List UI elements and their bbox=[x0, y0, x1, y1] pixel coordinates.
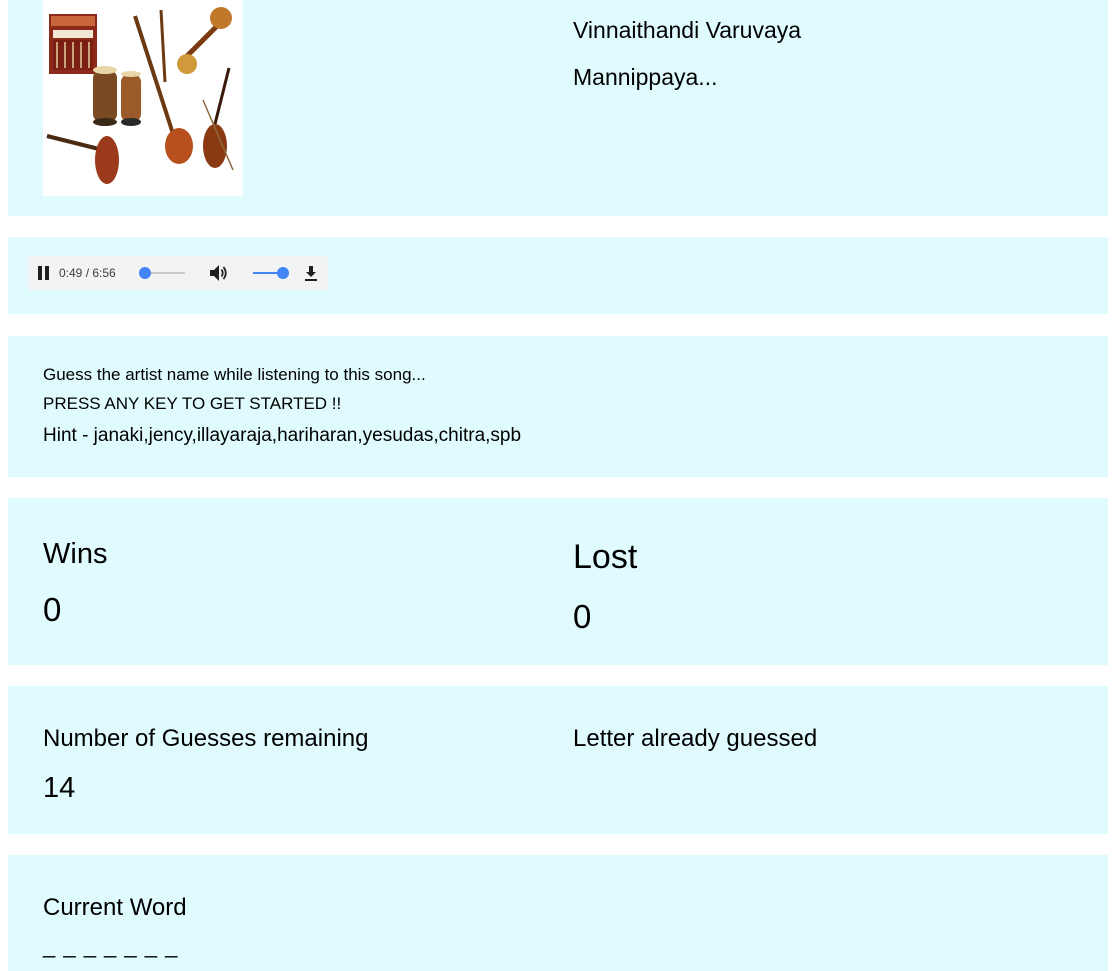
wins-value: 0 bbox=[43, 591, 62, 628]
song-panel: Vinnaithandi Varuvaya Mannippaya... bbox=[8, 0, 1108, 216]
pause-icon[interactable] bbox=[37, 266, 51, 280]
volume-icon[interactable] bbox=[209, 264, 229, 282]
song-title-line2: Mannippaya... bbox=[573, 64, 718, 90]
start-prompt: PRESS ANY KEY TO GET STARTED !! bbox=[43, 394, 342, 413]
seek-slider[interactable] bbox=[139, 267, 185, 279]
guesses-panel: Number of Guesses remaining 14 Letter al… bbox=[8, 686, 1108, 834]
download-icon[interactable] bbox=[302, 264, 320, 282]
wins-label: Wins bbox=[43, 538, 108, 570]
volume-slider[interactable] bbox=[253, 267, 289, 279]
current-word-panel: Current Word _ _ _ _ _ _ _ bbox=[8, 855, 1108, 971]
score-panel: Wins 0 Lost 0 bbox=[8, 498, 1108, 665]
audio-player[interactable]: 0:49 / 6:56 bbox=[28, 256, 328, 290]
lost-label: Lost bbox=[573, 538, 638, 576]
time-display: 0:49 / 6:56 bbox=[59, 266, 116, 280]
instructions-panel: Guess the artist name while listening to… bbox=[8, 336, 1108, 477]
seek-thumb[interactable] bbox=[139, 267, 151, 279]
lost-value: 0 bbox=[573, 598, 592, 635]
current-word-display: _ _ _ _ _ _ _ bbox=[43, 933, 179, 958]
guesses-remaining-label: Number of Guesses remaining bbox=[43, 725, 369, 752]
instruction-line: Guess the artist name while listening to… bbox=[43, 365, 426, 384]
current-word-label: Current Word bbox=[43, 894, 187, 921]
audio-player-panel: 0:49 / 6:56 bbox=[8, 237, 1108, 314]
volume-thumb[interactable] bbox=[277, 267, 289, 279]
hint-text: Hint - janaki,jency,illayaraja,hariharan… bbox=[43, 425, 522, 446]
letters-guessed-label: Letter already guessed bbox=[573, 725, 818, 752]
song-title-line1: Vinnaithandi Varuvaya bbox=[573, 17, 802, 43]
guesses-remaining-value: 14 bbox=[43, 772, 76, 804]
music-instruments-image bbox=[43, 0, 243, 196]
